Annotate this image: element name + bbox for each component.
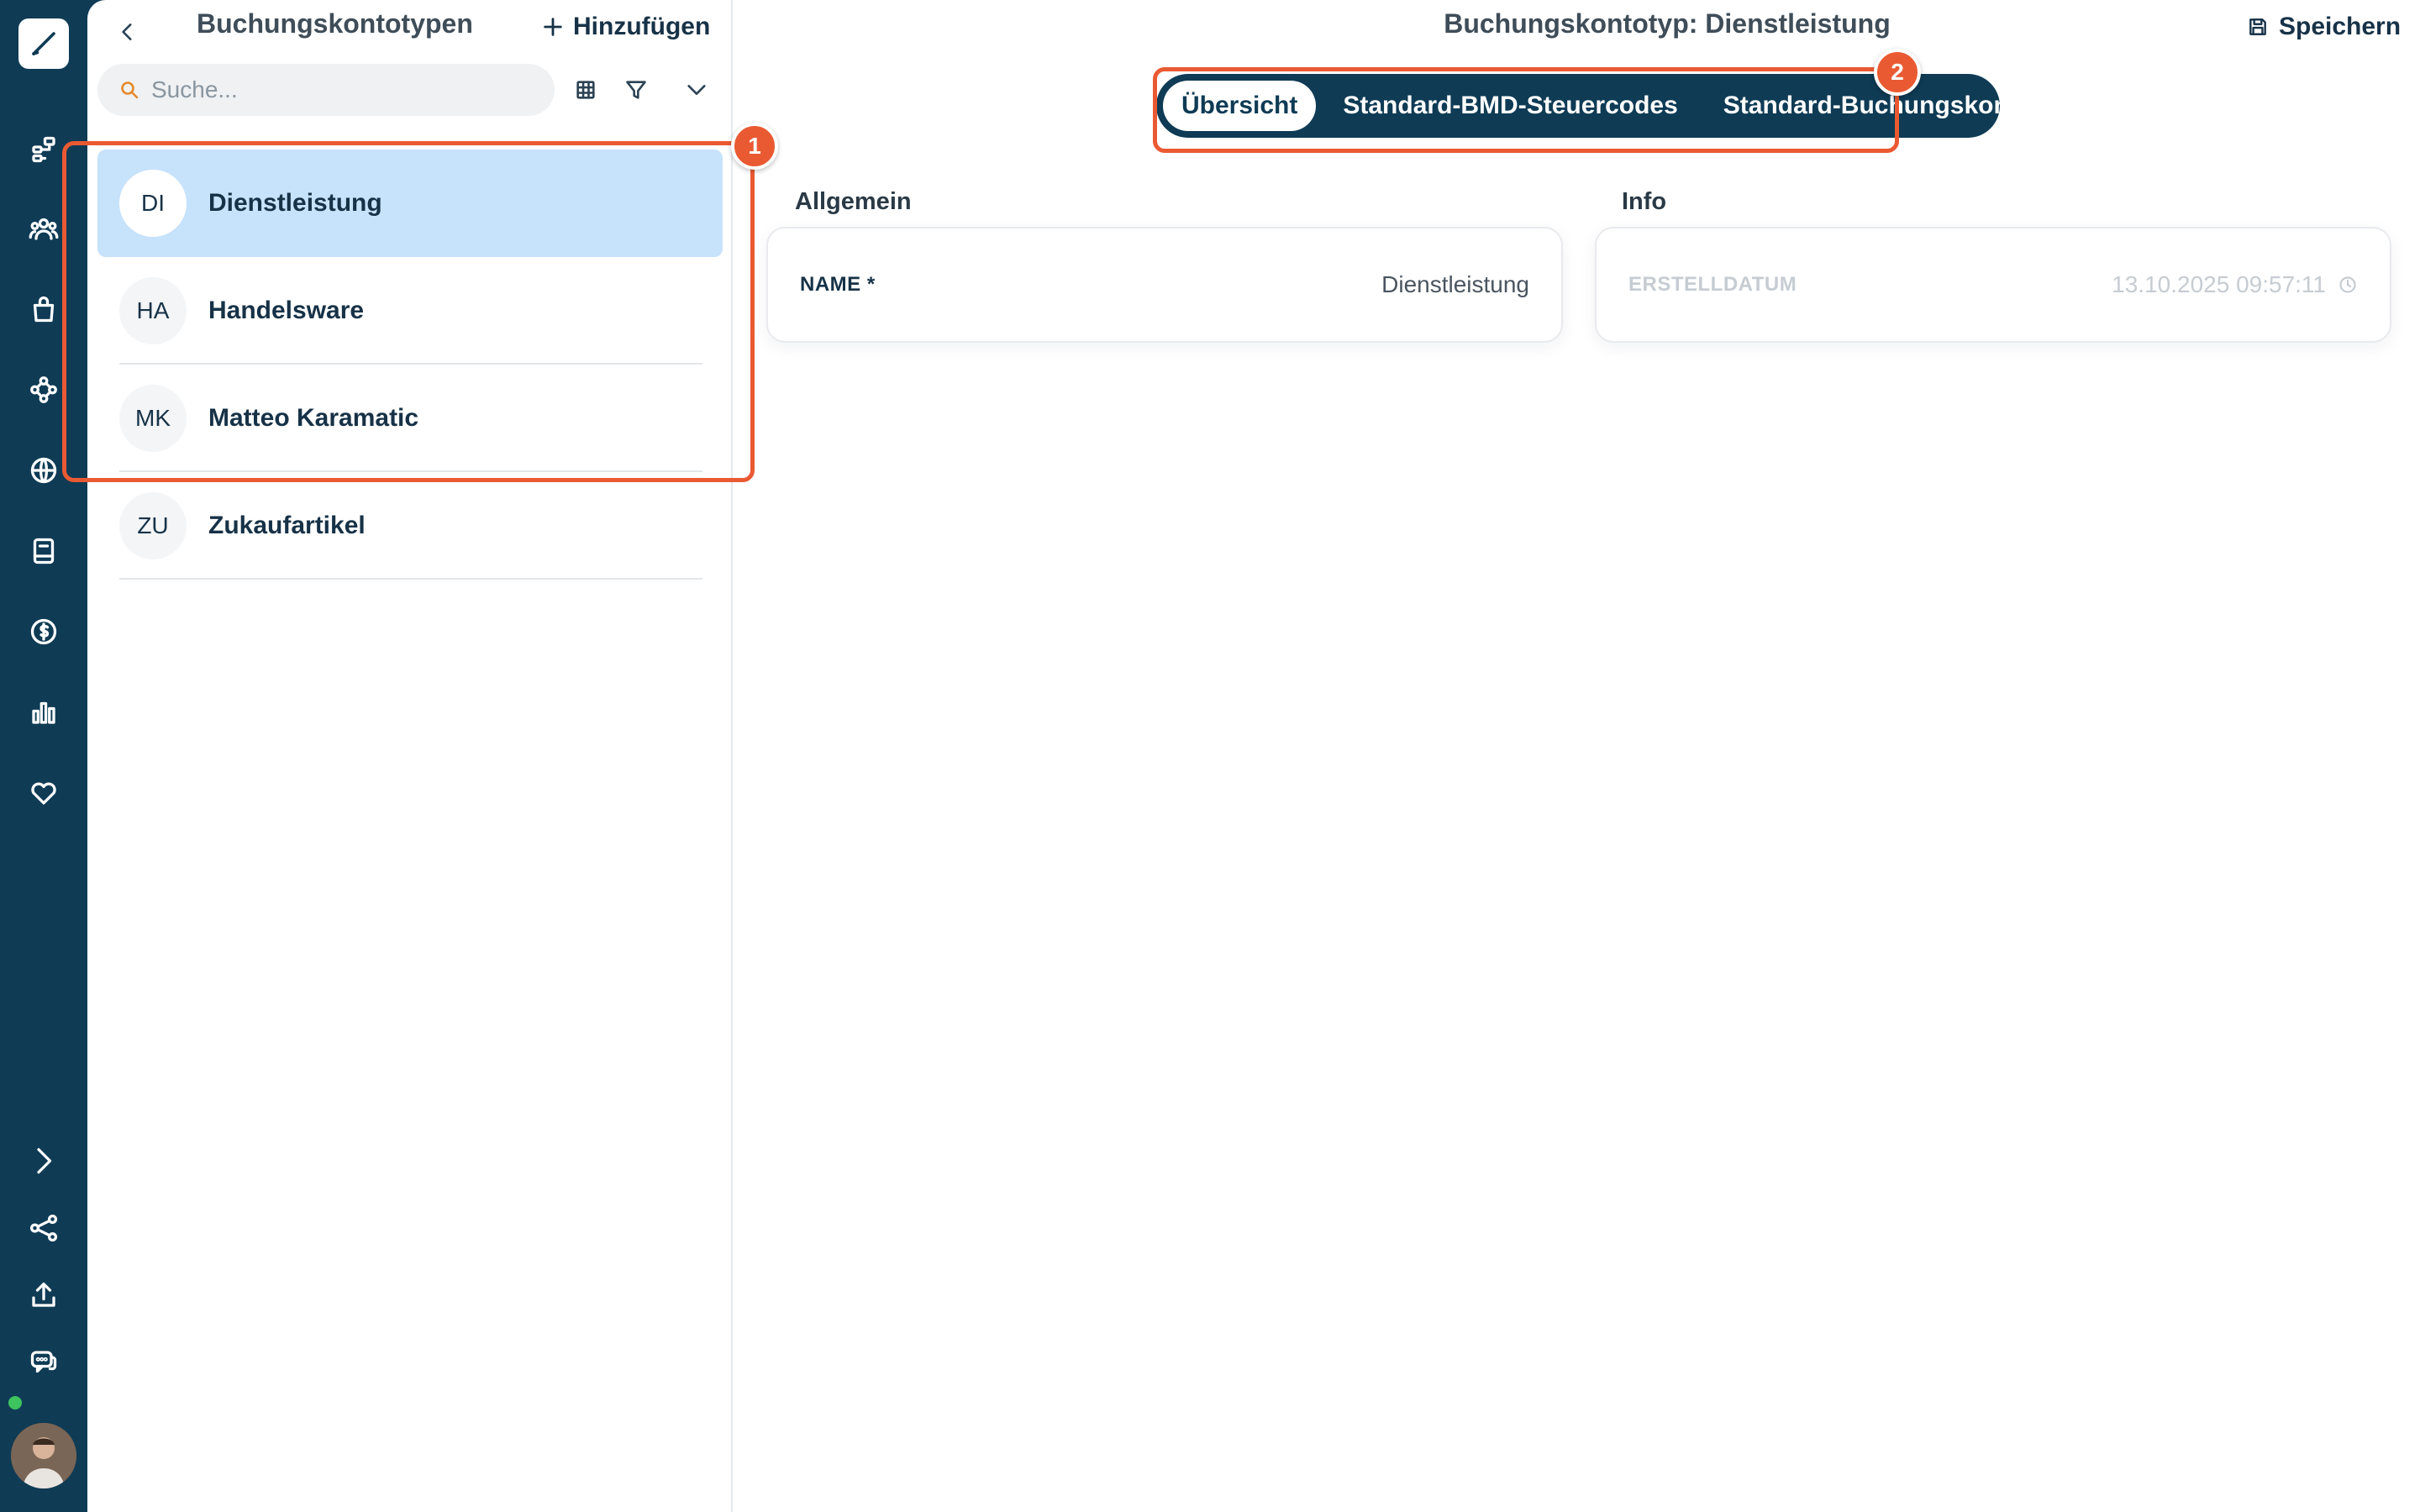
search-input[interactable] <box>151 76 504 103</box>
info-card: ERSTELLDATUM 13.10.2025 09:57:11 <box>1595 227 2391 343</box>
search-box[interactable] <box>97 64 555 116</box>
list-item-initials: ZU <box>119 492 187 559</box>
annotation-marker-1: 1 <box>731 123 778 170</box>
share-icon[interactable] <box>22 1206 66 1250</box>
list-item-initials: DI <box>119 170 187 237</box>
hierarchy-icon[interactable] <box>22 128 66 171</box>
tab-bar: Übersicht Standard-BMD-Steuercodes Stand… <box>1156 74 2047 138</box>
clock-icon <box>2339 276 2356 293</box>
list-item-initials: MK <box>119 385 187 452</box>
detail-title: Buchungskontotyp: Dienstleistung <box>1444 8 1891 39</box>
chevron-right-icon[interactable] <box>22 1139 66 1183</box>
online-status-dot <box>8 1396 22 1410</box>
heart-icon[interactable] <box>22 771 66 815</box>
network-icon[interactable] <box>22 368 66 412</box>
globe-icon[interactable] <box>22 449 66 492</box>
save-button-label: Speichern <box>2279 13 2402 40</box>
book-icon[interactable] <box>22 529 66 573</box>
list-item[interactable]: ZU Zukaufartikel <box>97 472 723 580</box>
plus-icon <box>544 18 562 36</box>
created-date-value: 13.10.2025 09:57:11 <box>2112 271 2326 297</box>
created-date-label: ERSTELLDATUM <box>1628 273 1797 296</box>
avatar[interactable] <box>11 1423 76 1488</box>
tab-overview[interactable]: Übersicht <box>1163 81 1317 131</box>
save-button[interactable]: Speichern <box>2247 10 2401 44</box>
nav-rail <box>0 0 87 1512</box>
save-icon <box>2249 18 2266 35</box>
divider <box>119 578 702 580</box>
upload-icon[interactable] <box>22 1273 66 1317</box>
list-item-label: Matteo Karamatic <box>208 404 419 432</box>
logo-pen-icon[interactable] <box>18 18 69 69</box>
list-item-label: Dienstleistung <box>208 189 382 217</box>
annotation-marker-2: 2 <box>1874 49 1921 96</box>
search-icon <box>121 81 139 99</box>
users-icon[interactable] <box>22 207 66 250</box>
shopping-bag-icon[interactable] <box>22 287 66 331</box>
add-button-label: Hinzufügen <box>573 13 711 40</box>
general-card: NAME * Dienstleistung <box>766 227 1563 343</box>
dollar-icon[interactable] <box>22 610 66 654</box>
section-general-label: Allgemein <box>795 188 912 215</box>
list-item[interactable]: MK Matteo Karamatic <box>97 365 723 472</box>
list-item[interactable]: DI Dienstleistung <box>97 150 723 257</box>
list-item[interactable]: HA Handelsware <box>97 257 723 365</box>
name-field-label: NAME * <box>800 273 876 296</box>
table-view-icon[interactable] <box>566 71 605 109</box>
filter-icon[interactable] <box>617 71 655 109</box>
chevron-down-icon[interactable] <box>677 71 716 109</box>
list-item-label: Zukaufartikel <box>208 512 366 539</box>
section-info-label: Info <box>1622 188 1667 215</box>
list-pane: Buchungskontotypen Hinzufügen DI Dienstl… <box>87 0 733 1512</box>
list-item-initials: HA <box>119 277 187 344</box>
bar-chart-icon[interactable] <box>22 690 66 734</box>
account-type-list: DI Dienstleistung HA Handelsware MK Matt… <box>97 150 723 580</box>
chat-icon[interactable] <box>22 1341 66 1384</box>
list-item-label: Handelsware <box>208 297 365 324</box>
tab-standard-bmd-tax-codes[interactable]: Standard-BMD-Steuercodes <box>1324 81 1696 131</box>
main-panel: Buchungskontotypen Hinzufügen DI Dienstl… <box>87 0 2420 1512</box>
name-field-value[interactable]: Dienstleistung <box>1381 271 1529 298</box>
list-title: Buchungskontotypen <box>197 8 473 39</box>
created-date-value-wrap: 13.10.2025 09:57:11 <box>2112 271 2358 298</box>
back-chevron-icon[interactable] <box>108 12 148 52</box>
add-button[interactable]: Hinzufügen <box>541 10 710 44</box>
